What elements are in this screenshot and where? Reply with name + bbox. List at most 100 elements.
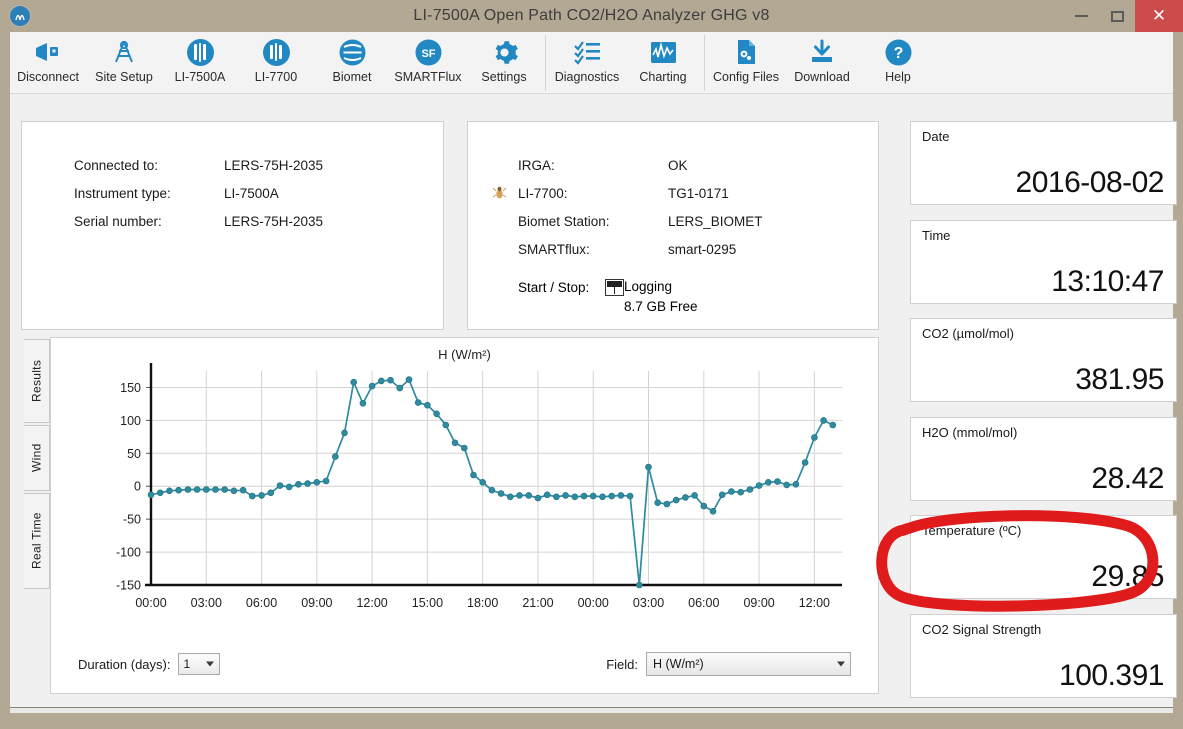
toolbar-group-instruments: Disconnect Site Setup LI-7500A	[10, 32, 542, 94]
irga-value: OK	[668, 158, 688, 173]
toolbar-button-diagnostics[interactable]: Diagnostics	[549, 32, 625, 92]
toolbar-label: SMARTFlux	[394, 70, 461, 84]
svg-text:06:00: 06:00	[688, 596, 719, 610]
analyzer-circle-icon	[187, 37, 214, 67]
toolbar-button-config-files[interactable]: Config Files	[708, 32, 784, 92]
disk-free: 8.7 GB Free	[624, 297, 698, 317]
logging-status-block: Logging 8.7 GB Free	[624, 277, 698, 317]
smartflux-label: SMARTflux:	[518, 242, 668, 257]
svg-text:21:00: 21:00	[522, 596, 553, 610]
window-body: Connected to: LERS-75H-2035 Instrument t…	[10, 94, 1173, 707]
field-value: H (W/m²)	[653, 657, 704, 671]
svg-text:15:00: 15:00	[412, 596, 443, 610]
readout-value: 381.95	[1075, 363, 1164, 397]
svg-text:150: 150	[120, 381, 141, 395]
bug-icon	[492, 185, 507, 202]
tab-real-time[interactable]: Real Time	[24, 493, 50, 589]
tower-icon	[111, 37, 137, 67]
duration-label: Duration (days):	[78, 657, 170, 672]
serial-number-value: LERS-75H-2035	[224, 214, 323, 229]
li-7700-label: LI-7700:	[518, 186, 668, 201]
chart-svg: 150100500-50-100-15000:0003:0006:0009:00…	[51, 338, 880, 628]
instrument-type-label: Instrument type:	[74, 186, 224, 201]
toolbar-button-settings[interactable]: Settings	[466, 32, 542, 92]
toolbar-button-download[interactable]: Download	[784, 32, 860, 92]
start-stop-row: Start / Stop: Logging 8.7 GB Free	[518, 277, 878, 317]
toolbar-label: Diagnostics	[555, 70, 620, 84]
readout-label: Date	[922, 129, 949, 144]
toolbar-button-site-setup[interactable]: Site Setup	[86, 32, 162, 92]
gear-icon	[491, 37, 518, 67]
toolbar-label: Charting	[639, 70, 686, 84]
svg-text:09:00: 09:00	[301, 596, 332, 610]
duration-select[interactable]: 1	[178, 653, 220, 675]
readout-temperature: Temperature (ºC) 29.85	[910, 515, 1177, 599]
close-icon: ✕	[1152, 6, 1166, 26]
li-cor-logo-icon	[9, 5, 31, 27]
instrument-type-value: LI-7500A	[224, 186, 279, 201]
chevron-down-icon	[837, 662, 845, 667]
toolbar-button-disconnect[interactable]: Disconnect	[10, 32, 86, 92]
plug-disconnect-icon	[33, 37, 63, 67]
svg-text:06:00: 06:00	[246, 596, 277, 610]
chart-plot-area[interactable]: 150100500-50-100-15000:0003:0006:0009:00…	[51, 338, 880, 628]
info-row: Biomet Station: LERS_BIOMET	[518, 214, 878, 229]
svg-text:-50: -50	[123, 513, 141, 527]
svg-text:SF: SF	[421, 48, 435, 60]
chart-panel: H (W/m²) 150100500-50-100-15000:0003:000…	[50, 337, 879, 694]
connected-to-label: Connected to:	[74, 158, 224, 173]
minimize-icon	[1075, 15, 1088, 17]
toolbar-label: Settings	[481, 70, 526, 84]
application-window: LI-7500A Open Path CO2/H2O Analyzer GHG …	[0, 0, 1183, 729]
device-status-panel: IRGA: OK LI-7700: TG1-0171 Biomet Statio…	[467, 121, 879, 330]
serial-number-label: Serial number:	[74, 214, 224, 229]
readout-date: Date 2016-08-02	[910, 121, 1177, 205]
toolbar-label: Config Files	[713, 70, 779, 84]
sf-circle-icon: SF	[415, 37, 442, 67]
info-row: Serial number: LERS-75H-2035	[74, 214, 443, 229]
close-button[interactable]: ✕	[1135, 0, 1183, 32]
readout-value: 13:10:47	[1051, 265, 1164, 299]
toolbar-button-help[interactable]: ? Help	[860, 32, 936, 92]
window-title: LI-7500A Open Path CO2/H2O Analyzer GHG …	[0, 7, 1183, 25]
toolbar-button-li-7500a[interactable]: LI-7500A	[162, 32, 238, 92]
toolbar-label: Disconnect	[17, 70, 79, 84]
readout-label: H2O (mmol/mol)	[922, 425, 1017, 440]
toolbar-button-biomet[interactable]: Biomet	[314, 32, 390, 92]
svg-text:18:00: 18:00	[467, 596, 498, 610]
readout-h2o: H2O (mmol/mol) 28.42	[910, 417, 1177, 501]
maximize-button[interactable]	[1099, 0, 1135, 32]
field-label: Field:	[606, 657, 638, 672]
toolbar-group-files: Config Files Download ? Help	[708, 32, 936, 94]
status-strip	[10, 707, 1173, 713]
maximize-icon	[1111, 11, 1124, 22]
biomet-station-label: Biomet Station:	[518, 214, 668, 229]
svg-text:12:00: 12:00	[356, 596, 387, 610]
minimize-button[interactable]	[1063, 0, 1099, 32]
info-row: Connected to: LERS-75H-2035	[74, 158, 443, 173]
svg-text:00:00: 00:00	[578, 596, 609, 610]
toolbar-divider	[704, 35, 705, 91]
question-circle-icon: ?	[885, 37, 912, 67]
readout-value: 29.85	[1091, 560, 1164, 594]
tab-wind[interactable]: Wind	[24, 425, 50, 491]
tab-results[interactable]: Results	[24, 339, 50, 423]
toolbar-label: Help	[885, 70, 911, 84]
svg-text:?: ?	[893, 45, 903, 62]
toolbar-label: Download	[794, 70, 850, 84]
info-row: Instrument type: LI-7500A	[74, 186, 443, 201]
toolbar-label: LI-7500A	[175, 70, 226, 84]
toolbar-button-li-7700[interactable]: LI-7700	[238, 32, 314, 92]
title-bar: LI-7500A Open Path CO2/H2O Analyzer GHG …	[0, 0, 1183, 32]
logging-toggle-icon[interactable]	[605, 279, 624, 296]
field-select[interactable]: H (W/m²)	[646, 652, 851, 676]
toolbar-button-smartflux[interactable]: SF SMARTFlux	[390, 32, 466, 92]
chart-view-tabs: Results Wind Real Time	[24, 339, 50, 589]
toolbar-button-charting[interactable]: Charting	[625, 32, 701, 92]
readout-label: CO2 Signal Strength	[922, 622, 1041, 637]
analyzer-circle-icon	[263, 37, 290, 67]
checklist-icon	[574, 37, 601, 67]
readout-label: CO2 (µmol/mol)	[922, 326, 1014, 341]
biomet-station-value: LERS_BIOMET	[668, 214, 763, 229]
svg-text:00:00: 00:00	[135, 596, 166, 610]
